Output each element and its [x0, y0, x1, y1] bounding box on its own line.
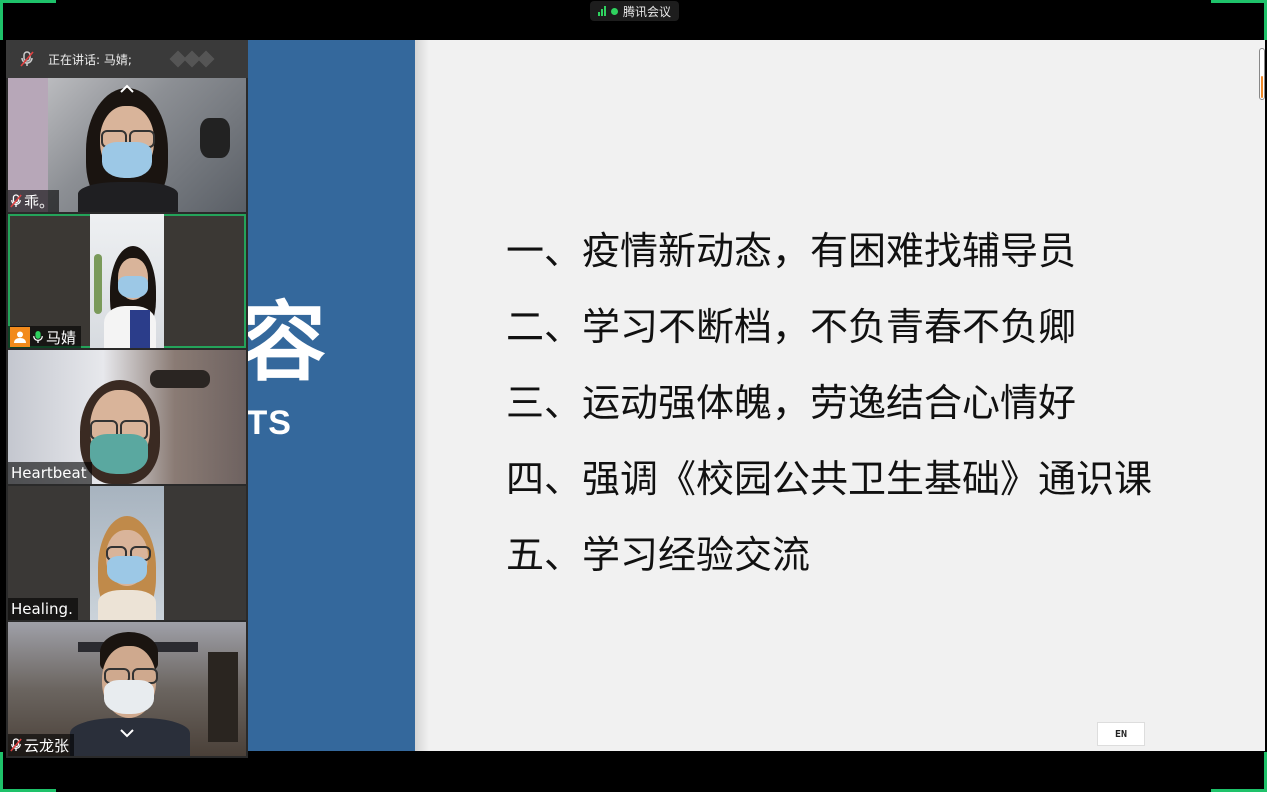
mic-muted-icon: [10, 738, 22, 752]
scrollbar[interactable]: [1259, 48, 1265, 100]
agenda-item: 三、运动强体魄，劳逸结合心情好: [506, 381, 1077, 425]
slide-side-subtitle: ITS: [248, 404, 292, 442]
corner-marker-top-left-v: [0, 0, 3, 40]
participant-tile[interactable]: Heartbeat: [8, 350, 246, 484]
active-speaker-bar: 正在讲话: 马婧;: [6, 40, 248, 78]
scrollbar-thumb[interactable]: [1261, 76, 1263, 98]
agenda-item: 四、强调《校园公共卫生基础》通识课: [506, 457, 1153, 501]
ime-language-badge[interactable]: EN: [1097, 722, 1145, 746]
participant-name-tag: 马婧: [8, 326, 82, 348]
agenda-item: 二、学习不断档，不负青春不负卿: [506, 305, 1077, 349]
participant-name-tag: 云龙张: [8, 734, 75, 756]
connection-status-icon: [611, 7, 618, 15]
participant-tile[interactable]: 乖。: [8, 78, 246, 212]
participant-video-panel: 正在讲话: 马婧; 乖。 马婧 Heartbeat Healing. 云龙张: [6, 40, 248, 758]
agenda-item: 五、学习经验交流: [506, 533, 811, 577]
participant-video: [90, 486, 164, 620]
participant-tile[interactable]: 云龙张: [8, 622, 246, 756]
network-signal-icon: [598, 6, 606, 16]
user-avatar-icon: [10, 327, 30, 347]
shared-screen: 容 ITS 一、疫情新动态，有困难找辅导员 二、学习不断档，不负青春不负卿 三、…: [248, 40, 1265, 751]
app-title-tag[interactable]: 腾讯会议: [590, 1, 680, 21]
mic-muted-icon[interactable]: [16, 48, 38, 70]
mic-active-icon: [33, 331, 43, 343]
participant-name-tag: Healing.: [8, 598, 78, 620]
mic-muted-icon: [10, 194, 22, 208]
participant-name: 马婧: [46, 328, 77, 347]
participant-name-tag: 乖。: [8, 190, 60, 212]
participant-name: Healing.: [11, 600, 73, 618]
slide-side-title: 容: [248, 295, 326, 391]
participant-tile-active-speaker[interactable]: 马婧: [8, 214, 246, 348]
chevron-down-icon[interactable]: [119, 728, 135, 738]
participant-tile[interactable]: Healing.: [8, 486, 246, 620]
watermark-icon: [169, 50, 215, 68]
chevron-up-icon[interactable]: [119, 84, 135, 94]
slide-side-panel: 容 ITS: [248, 40, 415, 751]
slide-divider-shadow: [415, 40, 429, 751]
corner-marker-bottom-left-v: [0, 752, 3, 792]
corner-marker-top-right: [1211, 0, 1267, 3]
active-speaker-text: 正在讲话: 马婧;: [48, 52, 132, 67]
agenda-item: 一、疫情新动态，有困难找辅导员: [506, 229, 1077, 273]
slide-agenda-list: 一、疫情新动态，有困难找辅导员 二、学习不断档，不负青春不负卿 三、运动强体魄，…: [506, 220, 1152, 600]
app-title: 腾讯会议: [623, 4, 672, 19]
participant-name: 乖。: [24, 192, 55, 211]
participant-name-tag: Heartbeat: [8, 462, 92, 484]
ime-language-label: EN: [1114, 728, 1128, 740]
participant-video: [90, 214, 164, 348]
participant-name: 云龙张: [24, 736, 70, 755]
corner-marker-top-left: [0, 0, 56, 3]
participant-name: Heartbeat: [11, 464, 87, 482]
